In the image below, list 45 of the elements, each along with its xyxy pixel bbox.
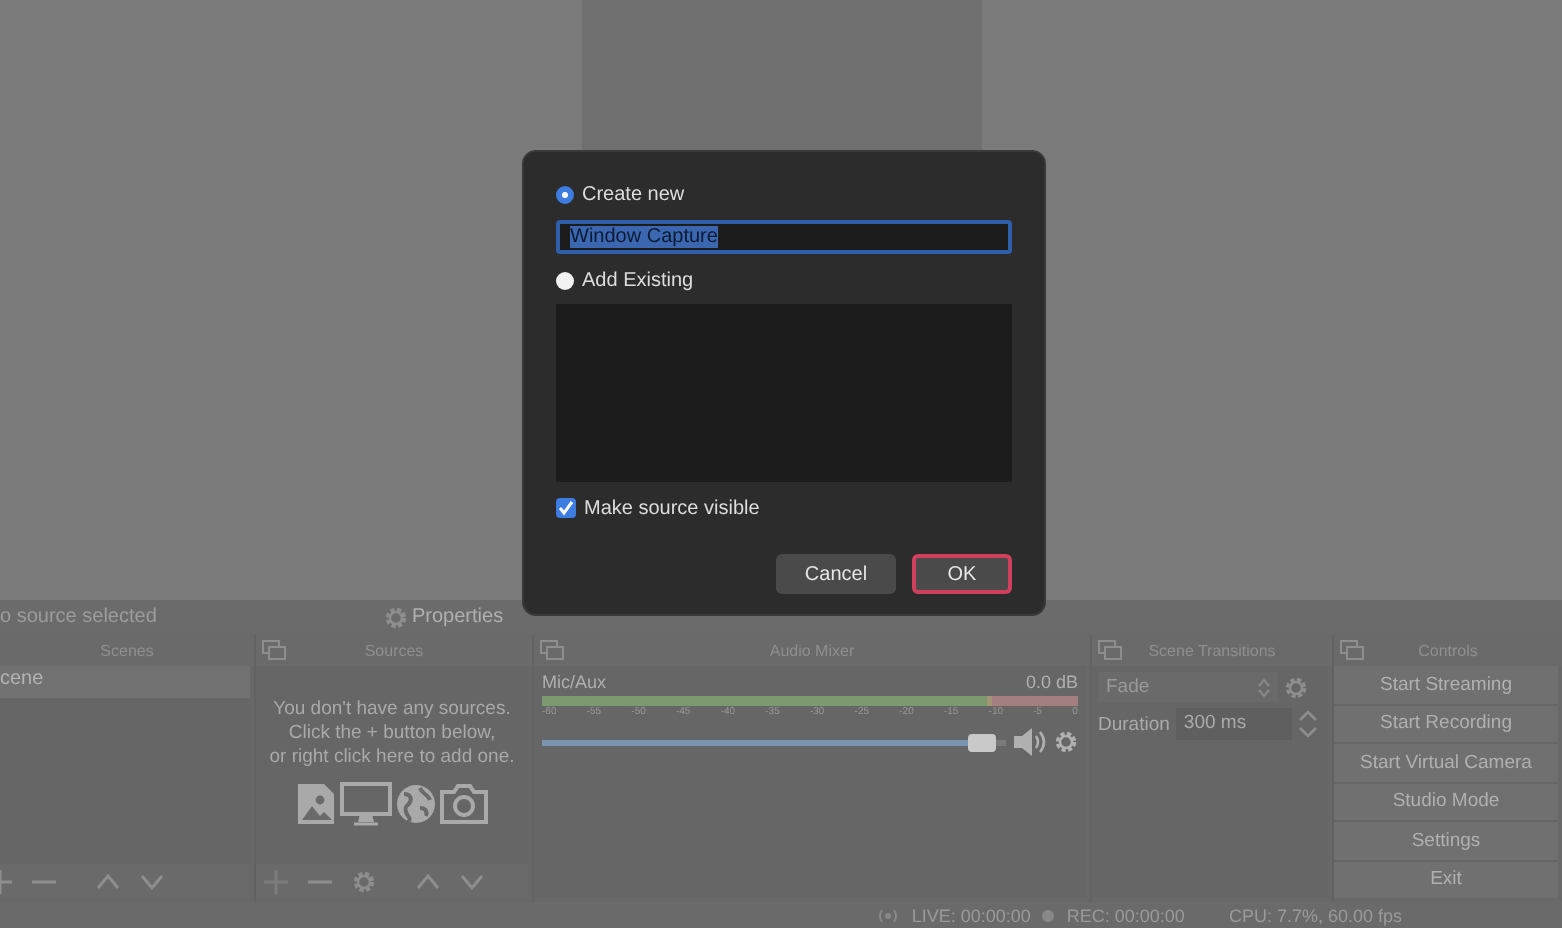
control-button[interactable]: Start Streaming — [1334, 666, 1558, 703]
monitor-icon[interactable] — [340, 782, 392, 826]
scene-item[interactable]: cene — [0, 666, 250, 698]
dialog-button[interactable]: Cancel — [776, 554, 896, 594]
checkmark-icon — [558, 500, 574, 516]
radio-label[interactable]: Create new — [582, 184, 685, 206]
checkbox-label[interactable]: Make source visible — [584, 497, 760, 519]
duration-label: Duration — [1098, 713, 1170, 735]
empty-sources-message: You don't have any sources. Click the + button below, or right click here to add one. — [269, 698, 515, 770]
duration-field[interactable]: 300 ms — [1175, 708, 1292, 740]
control-button[interactable]: Settings — [1334, 822, 1558, 859]
image-icon[interactable] — [296, 782, 336, 826]
radio-button[interactable] — [556, 272, 574, 290]
down-icon[interactable] — [460, 869, 484, 893]
up-icon[interactable] — [96, 869, 120, 893]
undock-icon[interactable] — [1340, 640, 1364, 660]
globe-icon[interactable] — [396, 784, 436, 824]
undock-icon[interactable] — [262, 640, 286, 660]
gear-icon — [384, 605, 408, 629]
record-indicator-icon — [1042, 909, 1055, 921]
control-button[interactable]: Start Recording — [1334, 705, 1558, 742]
settings-icon[interactable] — [1054, 730, 1078, 754]
radio-button[interactable] — [556, 186, 574, 204]
broadcast-icon — [875, 907, 900, 923]
settings-icon[interactable] — [352, 869, 376, 893]
volume-reading: 0.0 dB — [1025, 672, 1078, 692]
speaker-icon[interactable] — [1012, 728, 1048, 756]
spinner-arrows-icon[interactable] — [1297, 708, 1318, 740]
input-field[interactable]: Window Capture — [556, 220, 1012, 254]
undock-icon[interactable] — [1098, 640, 1122, 660]
undock-icon[interactable] — [540, 640, 564, 660]
control-button[interactable]: Exit — [1334, 861, 1558, 898]
slider-thumb[interactable] — [968, 733, 997, 751]
down-icon[interactable] — [140, 869, 164, 893]
properties-button[interactable]: Properties — [384, 605, 504, 629]
channel-name: Mic/Aux — [542, 672, 607, 692]
updown-icon — [1258, 677, 1270, 697]
camera-icon[interactable] — [440, 784, 488, 824]
control-button[interactable]: Studio Mode — [1334, 783, 1558, 820]
settings-icon[interactable] — [1284, 675, 1308, 699]
up-icon[interactable] — [416, 869, 440, 893]
dialog-button[interactable]: OK — [912, 554, 1012, 594]
radio-label[interactable]: Add Existing — [582, 270, 694, 292]
checkbox[interactable] — [556, 498, 576, 518]
control-button[interactable]: Start Virtual Camera — [1334, 744, 1558, 781]
